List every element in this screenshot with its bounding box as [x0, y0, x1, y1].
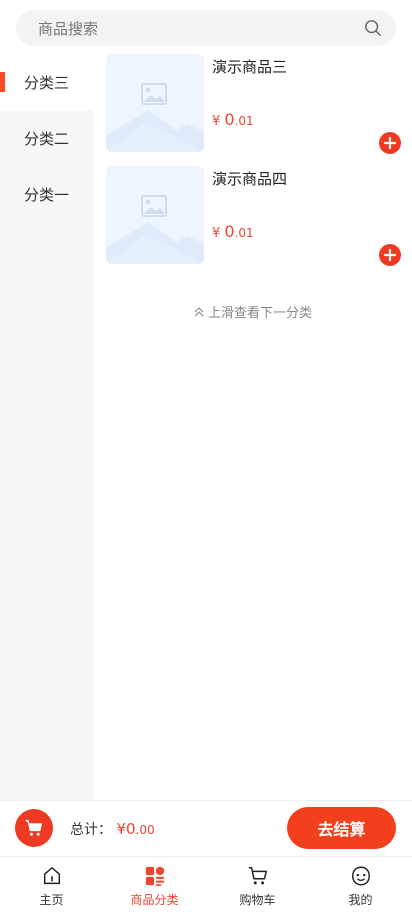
cart-button[interactable]	[15, 809, 53, 847]
double-chevron-up-icon	[194, 306, 204, 316]
currency-symbol: ¥	[212, 226, 221, 241]
search-header: 商品搜索	[0, 0, 412, 54]
bottom-tab-bar: 主页 商品分类 购物车 我的	[0, 856, 412, 915]
product-card[interactable]: 演示商品四 ¥ 0.01	[106, 166, 406, 266]
tab-home[interactable]: 主页	[0, 857, 103, 915]
price-decimal: .01	[234, 226, 254, 240]
search-icon[interactable]	[364, 19, 382, 37]
search-bar[interactable]: 商品搜索	[16, 10, 396, 46]
plus-icon	[384, 137, 396, 149]
add-to-cart-button[interactable]	[379, 244, 401, 266]
image-placeholder-icon	[106, 83, 204, 152]
product-name: 演示商品四	[212, 170, 288, 188]
search-input[interactable]: 商品搜索	[38, 18, 364, 39]
product-card[interactable]: 演示商品三 ¥ 0.01	[106, 54, 406, 154]
tab-label: 购物车	[239, 893, 276, 907]
cart-summary-bar: 总计： ¥0.00 去结算	[0, 800, 412, 855]
tab-label: 主页	[39, 893, 64, 907]
sidebar-item-label: 分类一	[24, 185, 70, 204]
sidebar-item-label: 分类二	[24, 129, 70, 148]
currency-symbol: ¥	[116, 820, 126, 838]
plus-icon	[384, 249, 396, 261]
hint-text: 上滑查看下一分类	[207, 306, 312, 321]
tab-profile[interactable]: 我的	[309, 857, 412, 915]
cart-total: 总计： ¥0.00	[70, 819, 155, 839]
tab-cart[interactable]: 购物车	[206, 857, 309, 915]
add-to-cart-button[interactable]	[379, 132, 401, 154]
currency-symbol: ¥	[212, 114, 221, 129]
sidebar-item-category-3[interactable]: 分类三	[0, 54, 93, 110]
product-image-placeholder[interactable]	[106, 166, 204, 264]
cart-icon	[25, 819, 43, 836]
product-price: ¥ 0.01	[212, 222, 254, 241]
tab-label: 商品分类	[130, 893, 179, 907]
sidebar-item-category-1[interactable]: 分类一	[0, 166, 93, 222]
total-label: 总计：	[70, 822, 112, 838]
price-integer: 0	[224, 110, 235, 129]
image-placeholder-icon	[106, 195, 204, 264]
next-category-hint: 上滑查看下一分类	[93, 302, 412, 321]
sidebar-item-label: 分类三	[24, 73, 70, 92]
product-name: 演示商品三	[212, 58, 288, 76]
product-price: ¥ 0.01	[212, 110, 254, 129]
product-image-placeholder[interactable]	[106, 54, 204, 152]
cart-icon	[248, 867, 267, 885]
checkout-button[interactable]: 去结算	[287, 807, 396, 849]
tab-label: 我的	[348, 893, 373, 907]
total-integer: 0	[126, 820, 136, 838]
price-decimal: .01	[234, 114, 254, 128]
total-amount: ¥0.00	[116, 820, 154, 838]
total-decimal: .00	[135, 823, 155, 837]
profile-icon	[351, 866, 370, 886]
category-icon	[145, 866, 164, 886]
product-list: 演示商品三 ¥ 0.01 演示商品四 ¥ 0.01 上滑查看下一分类	[93, 54, 412, 800]
sidebar-item-category-2[interactable]: 分类二	[0, 110, 93, 166]
home-icon	[43, 867, 60, 885]
category-sidebar: 分类三 分类二 分类一	[0, 54, 93, 800]
tab-category[interactable]: 商品分类	[103, 857, 206, 915]
price-integer: 0	[224, 222, 235, 241]
active-indicator	[0, 72, 5, 92]
